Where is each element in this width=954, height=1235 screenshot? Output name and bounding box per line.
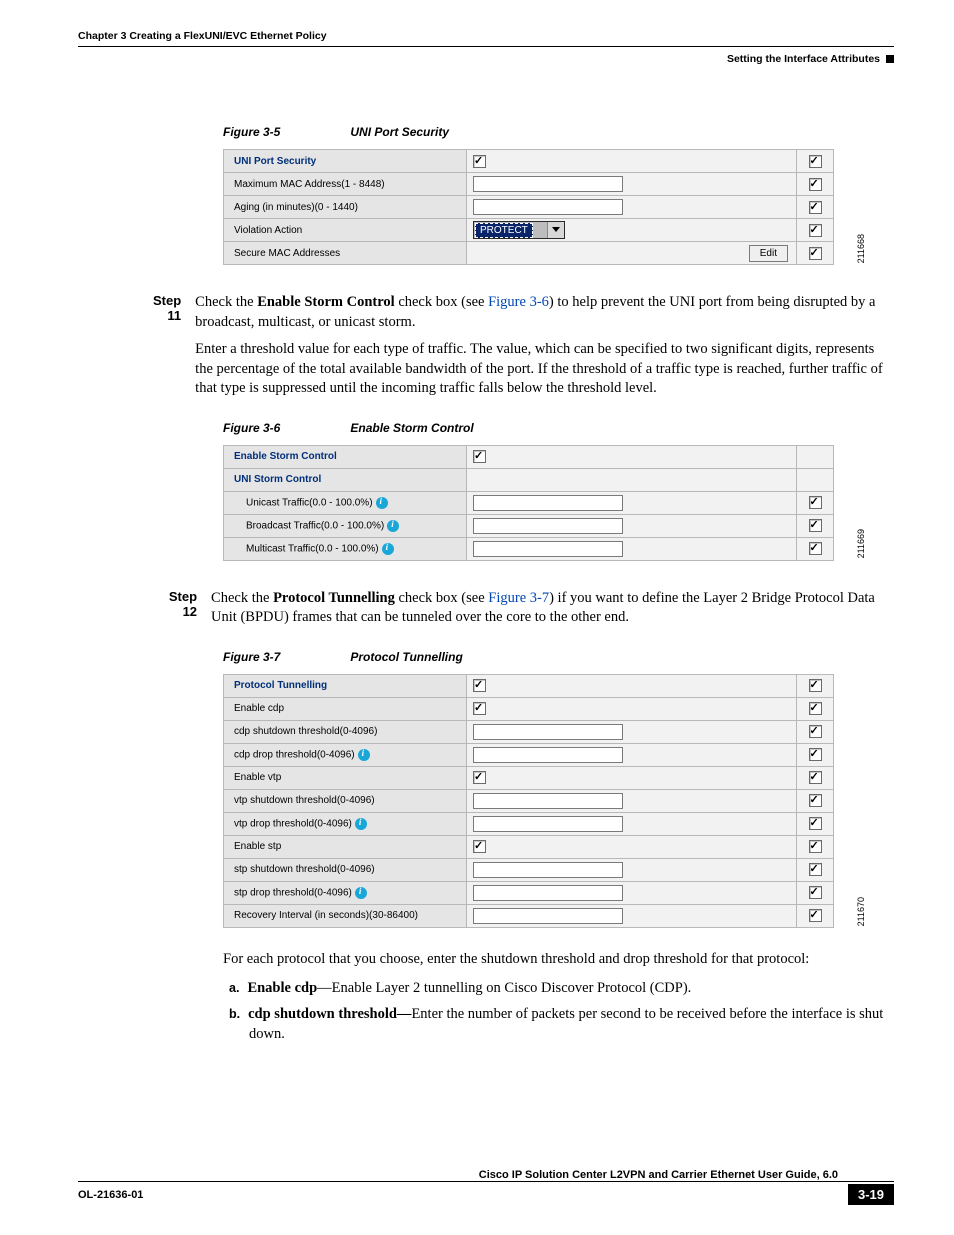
step-12-p1: Check the Protocol Tunnelling check box …: [211, 589, 894, 628]
stp-drop-flag[interactable]: [809, 886, 822, 899]
list-item-b: b.cdp shutdown threshold—Enter the numbe…: [243, 1004, 894, 1045]
enable-cdp-checkbox[interactable]: [473, 702, 486, 715]
header-rule: [78, 46, 894, 47]
uni-port-security-checkbox[interactable]: [473, 155, 486, 168]
broadcast-label: Broadcast Traffic(0.0 - 100.0%): [224, 514, 467, 537]
thresholds-intro: For each protocol that you choose, enter…: [223, 950, 894, 970]
cdp-drop-label: cdp drop threshold(0-4096): [224, 743, 467, 766]
violation-flag[interactable]: [809, 224, 822, 237]
footer-title: Cisco IP Solution Center L2VPN and Carri…: [78, 1169, 838, 1181]
list-item-a: a.Enable cdp—Enable Layer 2 tunnelling o…: [243, 978, 894, 998]
enable-stp-label: Enable stp: [224, 835, 467, 858]
max-mac-label: Maximum MAC Address(1 - 8448): [224, 173, 467, 196]
vtp-shutdown-flag[interactable]: [809, 794, 822, 807]
figure-id: 211668: [856, 234, 866, 263]
violation-label: Violation Action: [224, 219, 467, 242]
enable-storm-checkbox[interactable]: [473, 450, 486, 463]
stp-shutdown-flag[interactable]: [809, 863, 822, 876]
unicast-input[interactable]: [473, 495, 623, 511]
cdp-shutdown-input[interactable]: [473, 724, 623, 740]
info-icon[interactable]: [387, 520, 399, 532]
pt-checkbox[interactable]: [473, 679, 486, 692]
vtp-shutdown-label: vtp shutdown threshold(0-4096): [224, 789, 467, 812]
enable-cdp-label: Enable cdp: [224, 697, 467, 720]
section-endcap-icon: [886, 55, 894, 63]
edit-button[interactable]: Edit: [749, 245, 788, 262]
recovery-label: Recovery Interval (in seconds)(30-86400): [224, 904, 467, 927]
stp-drop-label: stp drop threshold(0-4096): [224, 881, 467, 904]
aging-input[interactable]: [473, 199, 623, 215]
recovery-input[interactable]: [473, 908, 623, 924]
step-11-p2: Enter a threshold value for each type of…: [195, 340, 894, 399]
info-icon[interactable]: [382, 543, 394, 555]
unicast-label: Unicast Traffic(0.0 - 100.0%): [224, 491, 467, 514]
figure-3-7-link[interactable]: Figure 3-7: [488, 590, 549, 606]
info-icon[interactable]: [358, 749, 370, 761]
cdp-drop-input[interactable]: [473, 747, 623, 763]
unicast-flag[interactable]: [809, 496, 822, 509]
cdp-shutdown-label: cdp shutdown threshold(0-4096): [224, 720, 467, 743]
violation-select[interactable]: PROTECT: [473, 221, 565, 239]
uni-port-security-flag[interactable]: [809, 155, 822, 168]
uni-port-security-panel: UNI Port Security Maximum MAC Address(1 …: [223, 149, 834, 265]
figure-3-6-link[interactable]: Figure 3-6: [488, 294, 549, 310]
cdp-drop-flag[interactable]: [809, 748, 822, 761]
cdp-shutdown-flag[interactable]: [809, 725, 822, 738]
multicast-input[interactable]: [473, 541, 623, 557]
max-mac-input[interactable]: [473, 176, 623, 192]
pt-flag[interactable]: [809, 679, 822, 692]
storm-control-panel: Enable Storm Control UNI Storm Control U…: [223, 445, 834, 561]
broadcast-flag[interactable]: [809, 519, 822, 532]
vtp-drop-input[interactable]: [473, 816, 623, 832]
enable-storm-label: Enable Storm Control: [224, 445, 467, 468]
aging-label: Aging (in minutes)(0 - 1440): [224, 196, 467, 219]
protocol-tunnelling-panel: Protocol Tunnelling Enable cdp cdp shutd…: [223, 674, 834, 928]
footer-ol: OL-21636-01: [78, 1189, 143, 1201]
step-12-label: Step 12: [153, 589, 211, 636]
pt-label: Protocol Tunnelling: [224, 674, 467, 697]
figure-3-5-caption: Figure 3-5UNI Port Security: [223, 125, 894, 139]
figure-3-6-caption: Figure 3-6Enable Storm Control: [223, 421, 894, 435]
enable-vtp-label: Enable vtp: [224, 766, 467, 789]
figure-id: 211669: [856, 529, 866, 558]
multicast-label: Multicast Traffic(0.0 - 100.0%): [224, 537, 467, 560]
figure-3-7-caption: Figure 3-7Protocol Tunnelling: [223, 650, 894, 664]
enable-vtp-flag[interactable]: [809, 771, 822, 784]
max-mac-flag[interactable]: [809, 178, 822, 191]
recovery-flag[interactable]: [809, 909, 822, 922]
chevron-down-icon: [547, 222, 564, 238]
stp-drop-input[interactable]: [473, 885, 623, 901]
uni-storm-label: UNI Storm Control: [224, 468, 467, 491]
enable-cdp-flag[interactable]: [809, 702, 822, 715]
info-icon[interactable]: [355, 818, 367, 830]
multicast-flag[interactable]: [809, 542, 822, 555]
stp-shutdown-input[interactable]: [473, 862, 623, 878]
chapter-heading: Chapter 3 Creating a FlexUNI/EVC Etherne…: [78, 30, 327, 42]
uni-port-security-label: UNI Port Security: [224, 150, 467, 173]
step-11-label: Step 11: [153, 293, 195, 407]
broadcast-input[interactable]: [473, 518, 623, 534]
info-icon[interactable]: [355, 887, 367, 899]
aging-flag[interactable]: [809, 201, 822, 214]
secure-mac-flag[interactable]: [809, 247, 822, 260]
page-number: 3-19: [848, 1184, 894, 1205]
enable-vtp-checkbox[interactable]: [473, 771, 486, 784]
vtp-drop-flag[interactable]: [809, 817, 822, 830]
enable-stp-checkbox[interactable]: [473, 840, 486, 853]
secure-mac-label: Secure MAC Addresses: [224, 242, 467, 265]
page-footer: Cisco IP Solution Center L2VPN and Carri…: [78, 1169, 894, 1205]
enable-stp-flag[interactable]: [809, 840, 822, 853]
stp-shutdown-label: stp shutdown threshold(0-4096): [224, 858, 467, 881]
figure-id: 211670: [856, 897, 866, 926]
vtp-drop-label: vtp drop threshold(0-4096): [224, 812, 467, 835]
info-icon[interactable]: [376, 497, 388, 509]
vtp-shutdown-input[interactable]: [473, 793, 623, 809]
step-11-p1: Check the Enable Storm Control check box…: [195, 293, 894, 332]
section-heading: Setting the Interface Attributes: [727, 53, 880, 65]
